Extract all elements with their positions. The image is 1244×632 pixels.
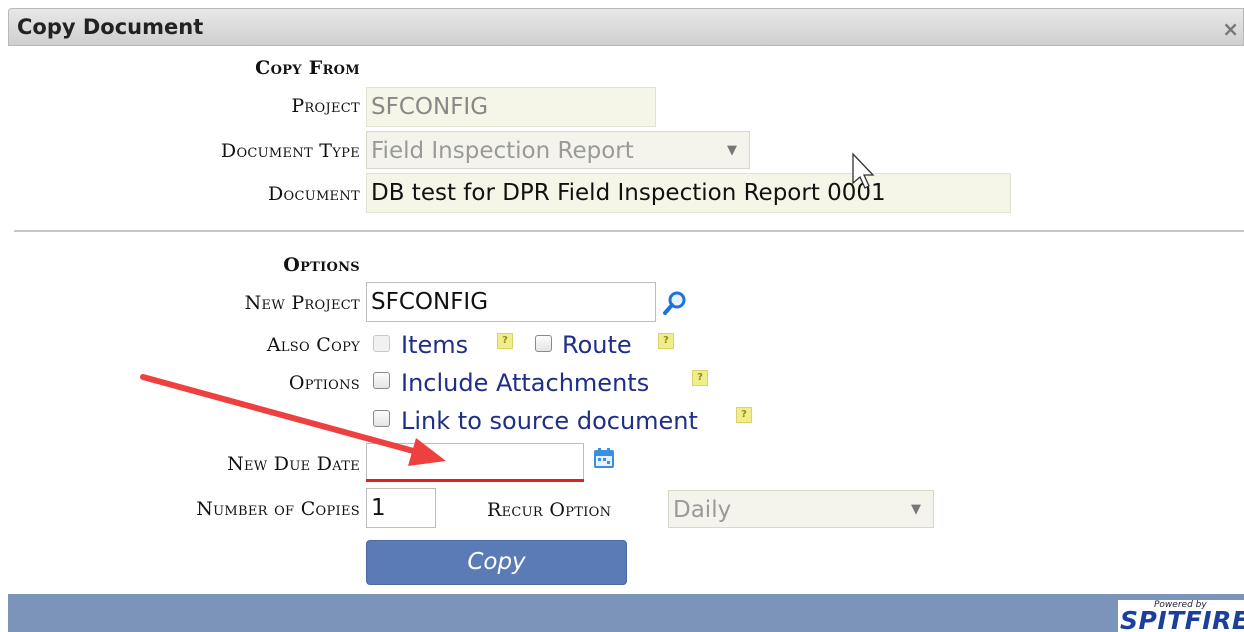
copy-from-heading: Copy From bbox=[255, 57, 360, 79]
link-source-label[interactable]: Link to source document bbox=[401, 407, 698, 435]
dialog-footer bbox=[8, 594, 1244, 632]
new-project-label: New Project bbox=[244, 292, 360, 314]
help-icon[interactable]: ? bbox=[497, 333, 513, 349]
options-heading: Options bbox=[283, 254, 360, 276]
project-field: SFCONFIG bbox=[366, 87, 656, 127]
route-label[interactable]: Route bbox=[562, 331, 632, 359]
recur-option-select[interactable]: Daily ▼ bbox=[668, 490, 934, 528]
logo-brand: SPITFIRE bbox=[1120, 606, 1244, 632]
options-label: Options bbox=[288, 372, 360, 394]
new-project-input[interactable]: SFCONFIG bbox=[366, 282, 656, 322]
close-icon[interactable]: × bbox=[1222, 17, 1239, 41]
document-type-label: Document Type bbox=[220, 140, 360, 162]
project-label: Project bbox=[291, 95, 360, 117]
document-label: Document bbox=[267, 183, 360, 205]
items-checkbox[interactable] bbox=[373, 335, 390, 352]
number-of-copies-input[interactable]: 1 bbox=[366, 488, 436, 528]
recur-option-label: Recur Option bbox=[487, 499, 612, 521]
document-type-value: Field Inspection Report bbox=[371, 138, 634, 164]
dropdown-arrow-icon: ▼ bbox=[727, 143, 737, 158]
copy-button[interactable]: Copy bbox=[366, 540, 627, 585]
calendar-icon[interactable] bbox=[592, 446, 616, 470]
due-date-highlight bbox=[366, 479, 584, 482]
section-divider bbox=[14, 230, 1244, 232]
document-field: DB test for DPR Field Inspection Report … bbox=[366, 173, 1011, 213]
items-label[interactable]: Items bbox=[401, 331, 468, 359]
dialog-title: Copy Document bbox=[17, 15, 204, 39]
dialog-titlebar: Copy Document × bbox=[8, 8, 1244, 46]
help-icon[interactable]: ? bbox=[736, 407, 752, 423]
help-icon[interactable]: ? bbox=[692, 370, 708, 386]
spitfire-logo: Powered by SPITFIRE bbox=[1118, 600, 1244, 632]
document-type-select: Field Inspection Report ▼ bbox=[366, 131, 750, 169]
link-source-checkbox[interactable] bbox=[373, 410, 390, 427]
also-copy-label: Also Copy bbox=[266, 334, 360, 356]
number-of-copies-label: Number of Copies bbox=[196, 498, 360, 520]
new-due-date-input[interactable] bbox=[366, 443, 584, 481]
include-attachments-checkbox[interactable] bbox=[373, 372, 390, 389]
help-icon[interactable]: ? bbox=[658, 333, 674, 349]
include-attachments-label[interactable]: Include Attachments bbox=[401, 369, 649, 397]
route-checkbox[interactable] bbox=[535, 335, 552, 352]
recur-option-value: Daily bbox=[673, 497, 732, 523]
new-due-date-label: New Due Date bbox=[227, 453, 360, 475]
magnifier-icon[interactable] bbox=[662, 290, 688, 316]
dropdown-arrow-icon: ▼ bbox=[911, 502, 921, 517]
